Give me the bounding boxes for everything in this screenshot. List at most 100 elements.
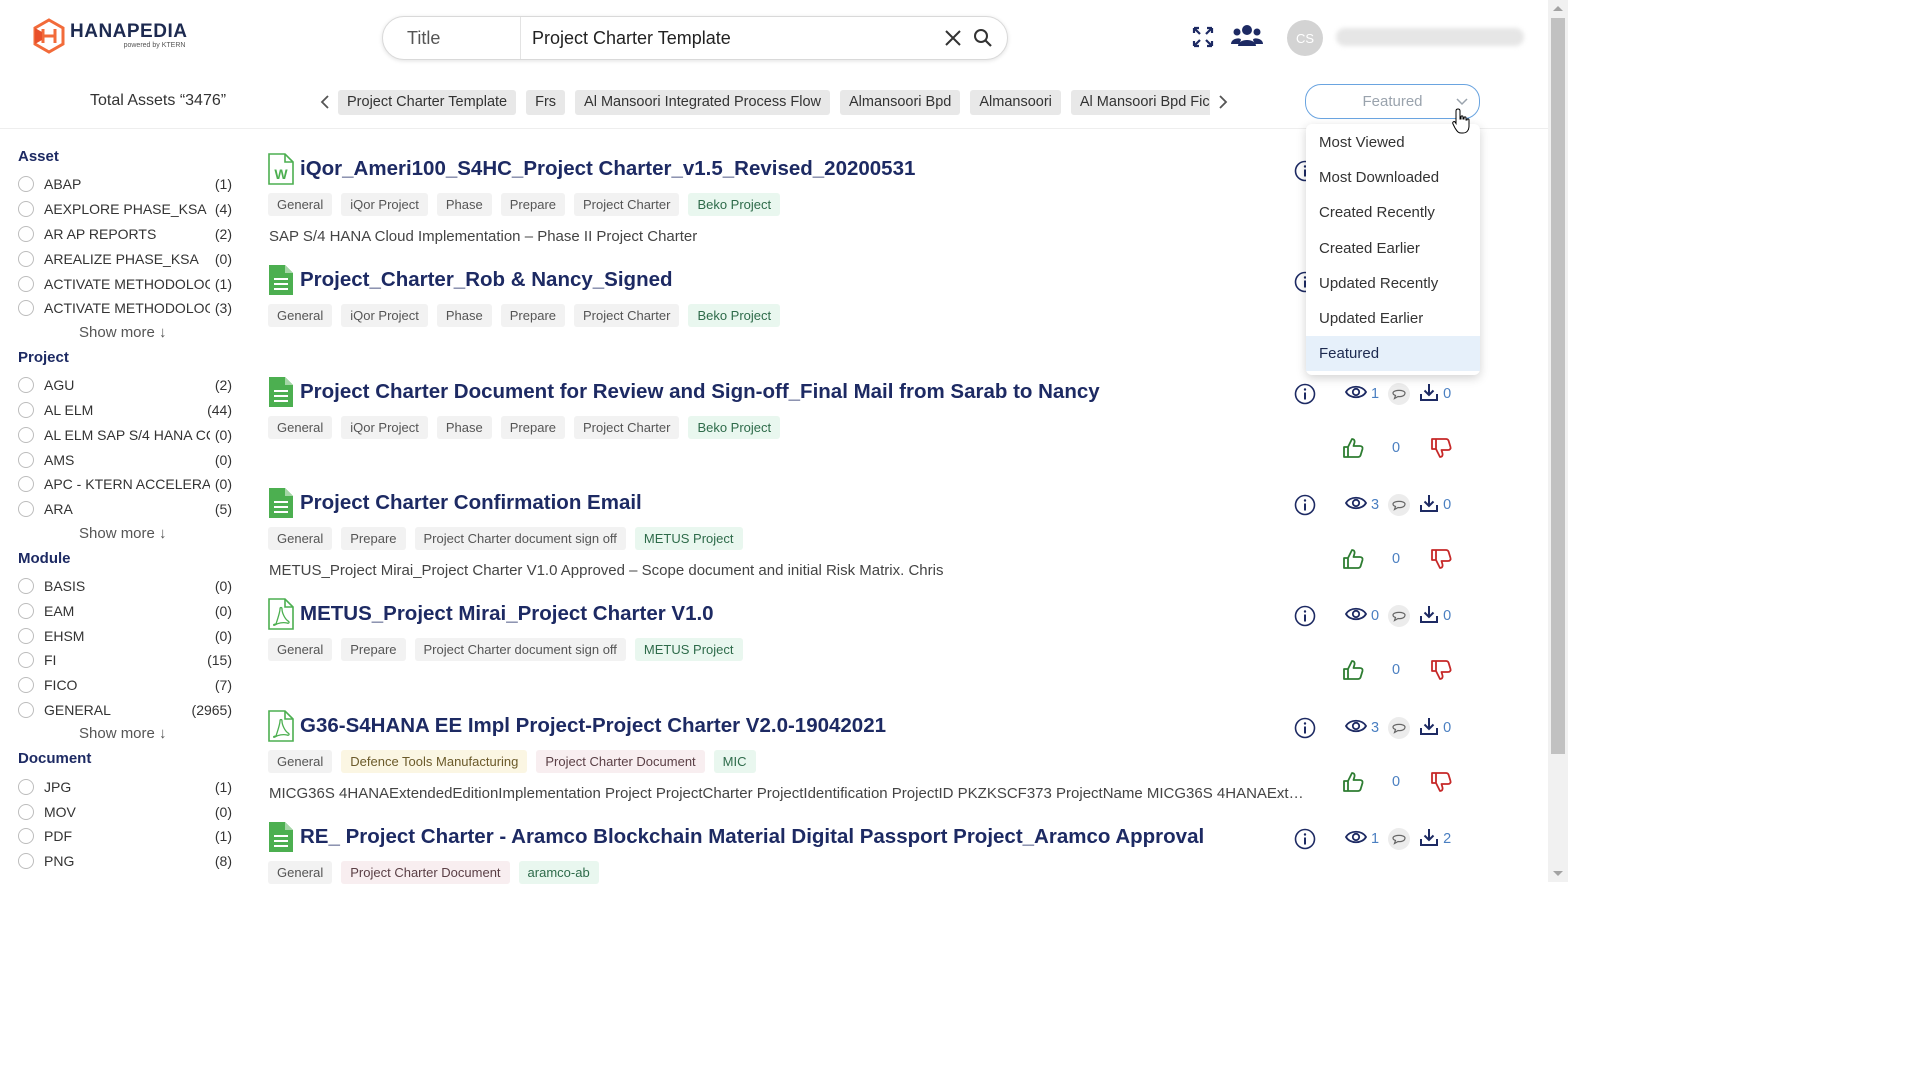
scroll-up-icon[interactable] [1553,6,1563,11]
filter-checkbox[interactable] [18,176,34,193]
show-more-link[interactable]: Show more ↓ [18,522,232,548]
filter-item[interactable]: AL ELM SAP S/4 HANA CC (0) [18,422,232,447]
result-tag[interactable]: MIC [713,750,756,773]
user-name-blurred[interactable] [1336,28,1524,46]
downloads-stat[interactable]: 2 [1419,827,1451,852]
filter-checkbox[interactable] [18,275,34,292]
filter-item[interactable]: PNG (8) [18,849,232,874]
filter-item[interactable]: AEXPLORE PHASE_KSA (4) [18,197,232,222]
result-tag[interactable]: Project Charter Document [536,750,705,773]
filter-item[interactable]: AL ELM (44) [18,398,232,423]
filter-checkbox[interactable] [18,577,34,594]
sort-option[interactable]: Updated Earlier [1306,301,1480,336]
thumbs-down-icon[interactable] [1430,771,1452,793]
filter-item[interactable]: FICO (7) [18,673,232,698]
filter-item[interactable]: AMS (0) [18,447,232,472]
chevron-left-icon[interactable] [312,89,338,115]
scroll-down-icon[interactable] [1553,871,1563,876]
result-tag[interactable]: General [268,416,333,439]
result-tag[interactable]: General [268,750,333,773]
sort-option[interactable]: Updated Recently [1306,266,1480,301]
downloads-stat[interactable]: 0 [1419,716,1451,741]
thumbs-up-icon[interactable] [1342,548,1364,570]
result-tag[interactable]: General [268,304,333,327]
filter-item[interactable]: EHSM (0) [18,623,232,648]
result-tag[interactable]: Project Charter [574,193,680,216]
thumbs-down-icon[interactable] [1430,437,1452,459]
filter-checkbox[interactable] [18,627,34,644]
filter-item[interactable]: ABAP (1) [18,172,232,197]
filter-checkbox[interactable] [18,250,34,267]
clear-search-icon[interactable] [941,26,965,50]
result-tag[interactable]: Prepare [341,638,406,661]
downloads-stat[interactable]: 0 [1419,382,1451,407]
result-title-link[interactable]: iQor_Ameri100_S4HC_Project Charter_v1.5_… [300,157,915,181]
filter-checkbox[interactable] [18,853,34,870]
filter-checkbox[interactable] [18,401,34,418]
filter-checkbox[interactable] [18,201,34,218]
info-icon[interactable] [1294,717,1316,744]
filter-item[interactable]: AGU (2) [18,373,232,398]
show-more-link[interactable]: Show more ↓ [18,321,232,347]
chevron-right-icon[interactable] [1210,89,1236,115]
result-tag[interactable]: Prepare [500,304,566,327]
downloads-stat[interactable]: 0 [1419,604,1451,629]
result-tag[interactable]: Beko Project [688,304,781,327]
filter-checkbox[interactable] [18,476,34,493]
result-tag[interactable]: Beko Project [688,193,781,216]
filter-checkbox[interactable] [18,828,34,845]
filter-item[interactable]: ARA (5) [18,497,232,522]
thumbs-down-icon[interactable] [1430,659,1452,681]
result-tag[interactable]: iQor Project [341,416,428,439]
recent-search-chip[interactable]: Al Mansoori Bpd Fico [1070,89,1210,115]
result-tag[interactable]: Prepare [500,416,566,439]
result-tag[interactable]: METUS Project [634,638,743,661]
download-icon[interactable] [1419,604,1439,629]
fullscreen-icon[interactable] [1192,26,1214,53]
recent-search-chip[interactable]: Project Charter Template [338,89,517,115]
result-tag[interactable]: Project Charter document sign off [414,638,626,661]
result-tag[interactable]: Phase [436,416,492,439]
result-tag[interactable]: Defence Tools Manufacturing [341,750,528,773]
filter-checkbox[interactable] [18,451,34,468]
filter-item[interactable]: BASIS (0) [18,574,232,599]
show-more-link[interactable]: Show more ↓ [18,722,232,748]
thumbs-up-icon[interactable] [1342,437,1364,459]
thumbs-up-icon[interactable] [1342,659,1364,681]
comment-icon[interactable] [1387,827,1411,851]
result-tag[interactable]: METUS Project [634,527,743,550]
result-tag[interactable]: iQor Project [341,304,428,327]
filter-item[interactable]: AR AP REPORTS (2) [18,222,232,247]
result-tag[interactable]: General [268,638,333,661]
thumbs-down-icon[interactable] [1430,548,1452,570]
recent-search-chip[interactable]: Al Mansoori Integrated Process Flow [575,89,830,115]
download-icon[interactable] [1419,827,1439,852]
sort-option[interactable]: Created Earlier [1306,231,1480,266]
info-icon[interactable] [1294,605,1316,632]
filter-item[interactable]: PDF (1) [18,824,232,849]
filter-checkbox[interactable] [18,677,34,694]
result-tag[interactable]: Project Charter Document [341,861,510,884]
search-icon[interactable] [971,26,995,50]
result-tag[interactable]: iQor Project [341,193,428,216]
filter-checkbox[interactable] [18,803,34,820]
filter-item[interactable]: AREALIZE PHASE_KSA (0) [18,246,232,271]
result-title-link[interactable]: Project Charter Document for Review and … [300,380,1100,404]
result-tag[interactable]: aramco-ab [518,861,599,884]
result-tag[interactable]: Prepare [500,193,566,216]
sort-option[interactable]: Featured [1306,336,1480,372]
filter-checkbox[interactable] [18,377,34,394]
recent-search-chip[interactable]: Frs [526,89,566,115]
thumbs-up-icon[interactable] [1342,771,1364,793]
recent-search-chip[interactable]: Almansoori [970,89,1061,115]
filter-item[interactable]: EAM (0) [18,598,232,623]
result-title-link[interactable]: RE_ Project Charter - Aramco Blockchain … [300,825,1204,849]
result-tag[interactable]: Prepare [341,527,406,550]
filter-checkbox[interactable] [18,778,34,795]
filter-item[interactable]: GENERAL (2965) [18,698,232,723]
sort-option[interactable]: Created Recently [1306,195,1480,230]
info-icon[interactable] [1294,494,1316,521]
info-icon[interactable] [1294,383,1316,410]
comment-icon[interactable] [1387,604,1411,628]
comment-icon[interactable] [1387,382,1411,406]
